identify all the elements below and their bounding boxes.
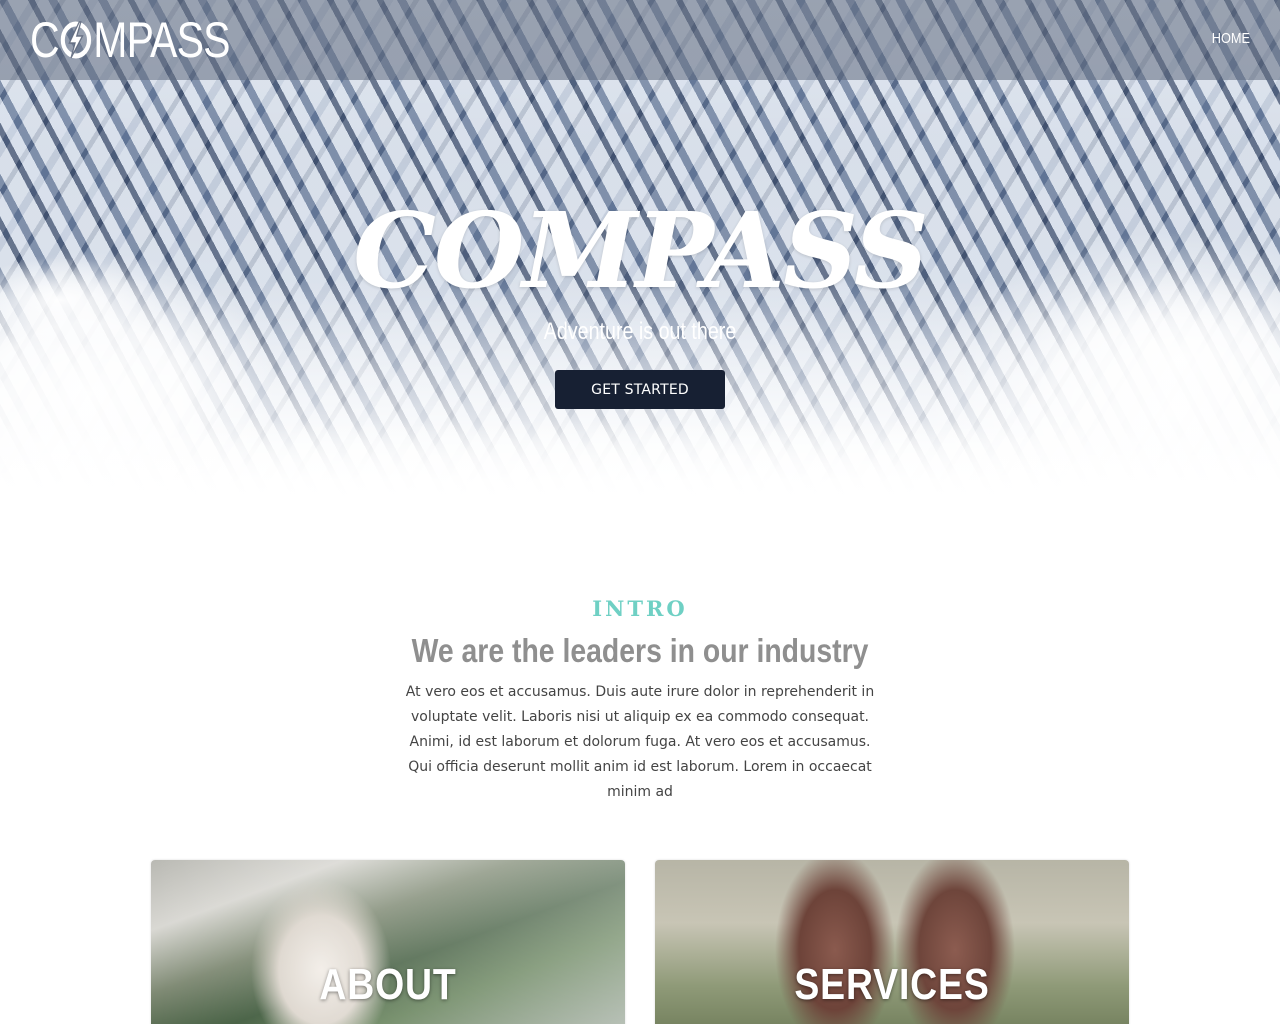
navbar: C MPASS HOME — [0, 0, 1280, 80]
services-card[interactable]: SERVICES — [655, 860, 1129, 1024]
hero-title: COMPASS — [353, 189, 929, 312]
compass-bolt-icon — [60, 21, 92, 59]
hero-bottom-fade — [0, 420, 1280, 510]
intro-label: INTRO — [592, 596, 688, 621]
nav-link-home[interactable]: HOME — [1212, 30, 1250, 47]
about-card[interactable]: ABOUT — [151, 860, 625, 1024]
services-card-title: SERVICES — [794, 960, 990, 1009]
intro-heading: We are the leaders in our industry — [411, 632, 869, 669]
hero-subtitle: Adventure is out there — [543, 318, 737, 345]
intro-body: At vero eos et accusamus. Duis aute irur… — [405, 684, 875, 800]
site-logo[interactable]: C MPASS — [30, 12, 230, 68]
about-card-title: ABOUT — [319, 960, 457, 1009]
logo-text-suffix: MPASS — [93, 12, 230, 68]
get-started-button[interactable]: GET STARTED — [555, 370, 725, 409]
logo-text-prefix: C — [30, 12, 60, 68]
